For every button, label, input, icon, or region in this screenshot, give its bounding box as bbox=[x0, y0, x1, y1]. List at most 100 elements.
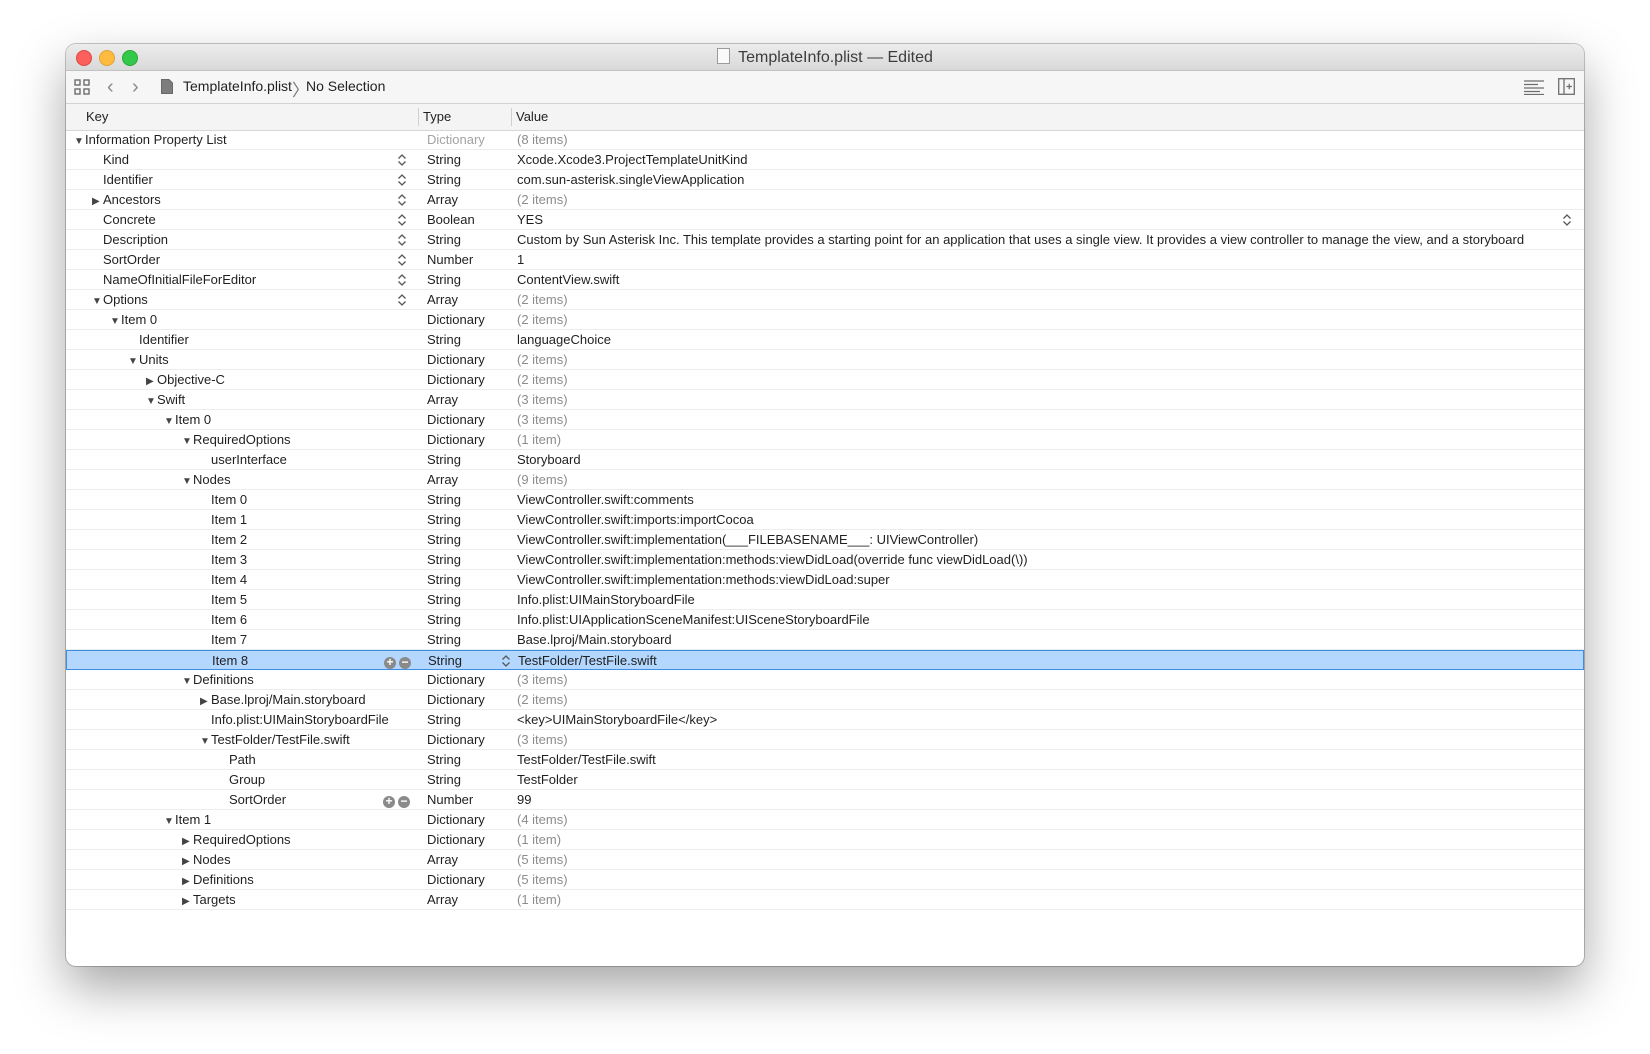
key-cell[interactable]: SortOrder bbox=[66, 252, 422, 267]
value-cell[interactable]: TestFolder/TestFile.swift bbox=[517, 752, 1576, 767]
key-cell[interactable]: ▼Options bbox=[66, 292, 422, 307]
disclosure-expanded-icon[interactable]: ▼ bbox=[164, 816, 175, 827]
plist-row[interactable]: Identifier String com.sun-asterisk.singleV… bbox=[66, 170, 1584, 190]
plist-row[interactable]: Item 5 String Info.plist:UIMainStoryboardF… bbox=[66, 590, 1584, 610]
disclosure-expanded-icon[interactable]: ▼ bbox=[110, 316, 121, 327]
remove-item-icon[interactable]: − bbox=[399, 656, 411, 669]
plist-row[interactable]: ▶ Ancestors Array (2 items) bbox=[66, 190, 1584, 210]
type-cell[interactable]: String bbox=[427, 532, 507, 547]
value-cell[interactable]: (2 items) bbox=[517, 292, 1576, 307]
key-cell[interactable]: Identifier bbox=[66, 172, 422, 187]
type-popup-stepper-icon[interactable] bbox=[501, 654, 511, 668]
type-cell[interactable]: Array bbox=[427, 192, 507, 207]
plist-row[interactable]: ▼Item 1 Dictionary (4 items) bbox=[66, 810, 1584, 830]
plist-row[interactable]: Kind String Xcode.Xcode3.ProjectTemplateUn… bbox=[66, 150, 1584, 170]
type-cell[interactable]: Number bbox=[427, 792, 507, 807]
value-cell[interactable]: (3 items) bbox=[517, 732, 1576, 747]
value-cell[interactable]: Storyboard bbox=[517, 452, 1576, 467]
value-cell[interactable]: Custom by Sun Asterisk Inc. This templat… bbox=[517, 232, 1576, 247]
value-cell[interactable]: ViewController.swift:comments bbox=[517, 492, 1576, 507]
value-cell[interactable]: (2 items) bbox=[517, 312, 1576, 327]
plist-row[interactable]: Item 6 String Info.plist:UIApplicationScen… bbox=[66, 610, 1584, 630]
type-cell[interactable]: Dictionary bbox=[427, 372, 507, 387]
close-window-button[interactable] bbox=[76, 50, 92, 66]
value-cell[interactable]: Xcode.Xcode3.ProjectTemplateUnitKind bbox=[517, 152, 1576, 167]
type-cell[interactable]: String bbox=[427, 632, 507, 647]
plist-row[interactable]: ▼Definitions Dictionary (3 items) bbox=[66, 670, 1584, 690]
key-column-header[interactable]: Key bbox=[86, 109, 108, 124]
value-cell[interactable]: TestFolder/TestFile.swift bbox=[518, 653, 1575, 668]
disclosure-collapsed-icon[interactable]: ▶ bbox=[182, 876, 193, 887]
plist-row[interactable]: Item 0 String ViewController.swift:comment… bbox=[66, 490, 1584, 510]
plist-row[interactable]: Description String Custom by Sun Asterisk … bbox=[66, 230, 1584, 250]
key-cell[interactable]: ▼Item 0 bbox=[66, 312, 440, 327]
disclosure-collapsed-icon[interactable]: ▶ bbox=[92, 196, 103, 207]
key-type-stepper-icon[interactable] bbox=[397, 253, 407, 267]
plist-row[interactable]: ▼Item 0 Dictionary (3 items) bbox=[66, 410, 1584, 430]
disclosure-collapsed-icon[interactable]: ▶ bbox=[182, 836, 193, 847]
plist-row[interactable]: Concrete Boolean YES bbox=[66, 210, 1584, 230]
value-cell[interactable]: ViewController.swift:implementation:meth… bbox=[517, 572, 1576, 587]
plist-row[interactable]: Item 2 String ViewController.swift:impleme… bbox=[66, 530, 1584, 550]
key-type-stepper-icon[interactable] bbox=[397, 153, 407, 167]
plist-row[interactable]: SortOrder Number 1 bbox=[66, 250, 1584, 270]
breadcrumb-selection[interactable]: No Selection bbox=[306, 78, 385, 94]
plist-row[interactable]: Path String TestFolder/TestFile.swift bbox=[66, 750, 1584, 770]
value-cell[interactable]: (2 items) bbox=[517, 352, 1576, 367]
type-cell[interactable]: String bbox=[427, 592, 507, 607]
type-cell[interactable]: Dictionary bbox=[427, 352, 507, 367]
value-cell[interactable]: (3 items) bbox=[517, 392, 1576, 407]
key-cell[interactable]: Description bbox=[66, 232, 422, 247]
type-cell[interactable]: Dictionary bbox=[427, 812, 507, 827]
value-cell[interactable]: com.sun-asterisk.singleViewApplication bbox=[517, 172, 1576, 187]
editor-options-icon[interactable] bbox=[1524, 79, 1544, 95]
plist-row[interactable]: Group String TestFolder bbox=[66, 770, 1584, 790]
type-cell[interactable]: String bbox=[427, 752, 507, 767]
value-cell[interactable]: (3 items) bbox=[517, 672, 1576, 687]
disclosure-expanded-icon[interactable]: ▼ bbox=[200, 736, 211, 747]
plist-row[interactable]: Item 3 String ViewController.swift:impleme… bbox=[66, 550, 1584, 570]
value-cell[interactable]: Info.plist:UIApplicationSceneManifest:UI… bbox=[517, 612, 1576, 627]
type-cell[interactable]: Dictionary bbox=[427, 132, 507, 147]
value-cell[interactable]: (3 items) bbox=[517, 412, 1576, 427]
plist-row[interactable]: ▼Swift Array (3 items) bbox=[66, 390, 1584, 410]
remove-item-icon[interactable]: − bbox=[398, 795, 410, 808]
add-item-icon[interactable]: + bbox=[384, 656, 396, 669]
type-cell[interactable]: Dictionary bbox=[427, 412, 507, 427]
disclosure-expanded-icon[interactable]: ▼ bbox=[146, 396, 157, 407]
type-cell[interactable]: Dictionary bbox=[427, 732, 507, 747]
value-cell[interactable]: ViewController.swift:implementation:meth… bbox=[517, 552, 1576, 567]
type-cell[interactable]: String bbox=[427, 772, 507, 787]
value-cell[interactable]: ViewController.swift:implementation(___F… bbox=[517, 532, 1576, 547]
value-cell[interactable]: (2 items) bbox=[517, 372, 1576, 387]
type-cell[interactable]: Array bbox=[427, 892, 507, 907]
plist-row[interactable]: ▼TestFolder/TestFile.swift Dictionary (3 i… bbox=[66, 730, 1584, 750]
plist-row[interactable]: Info.plist:UIMainStoryboardFile String <ke… bbox=[66, 710, 1584, 730]
plist-row[interactable]: SortOrder + − Number 99 bbox=[66, 790, 1584, 810]
key-type-stepper-icon[interactable] bbox=[397, 193, 407, 207]
type-cell[interactable]: Dictionary bbox=[427, 872, 507, 887]
type-cell[interactable]: String bbox=[427, 512, 507, 527]
value-cell[interactable]: TestFolder bbox=[517, 772, 1576, 787]
type-cell[interactable]: String bbox=[427, 332, 507, 347]
type-cell[interactable]: String bbox=[427, 612, 507, 627]
type-cell[interactable]: String bbox=[427, 172, 507, 187]
add-editor-icon[interactable] bbox=[1558, 78, 1575, 95]
type-cell[interactable]: Boolean bbox=[427, 212, 507, 227]
type-cell[interactable]: String bbox=[427, 572, 507, 587]
key-cell[interactable]: Concrete bbox=[66, 212, 422, 227]
forward-chevron-icon[interactable]: › bbox=[132, 77, 139, 97]
type-cell[interactable]: Dictionary bbox=[427, 832, 507, 847]
value-cell[interactable]: (2 items) bbox=[517, 192, 1576, 207]
value-cell[interactable]: YES bbox=[517, 212, 1576, 227]
related-items-grid-icon[interactable] bbox=[74, 79, 90, 95]
key-type-stepper-icon[interactable] bbox=[397, 273, 407, 287]
plist-row[interactable]: ▼Units Dictionary (2 items) bbox=[66, 350, 1584, 370]
type-column-header[interactable]: Type bbox=[423, 109, 451, 124]
key-type-stepper-icon[interactable] bbox=[397, 233, 407, 247]
plist-row[interactable]: ▼Item 0 Dictionary (2 items) bbox=[66, 310, 1584, 330]
type-cell[interactable]: String bbox=[427, 492, 507, 507]
value-cell[interactable]: (8 items) bbox=[517, 132, 1576, 147]
plist-row[interactable]: ▶ Objective-C Dictionary (2 items) bbox=[66, 370, 1584, 390]
value-cell[interactable]: (1 item) bbox=[517, 892, 1576, 907]
